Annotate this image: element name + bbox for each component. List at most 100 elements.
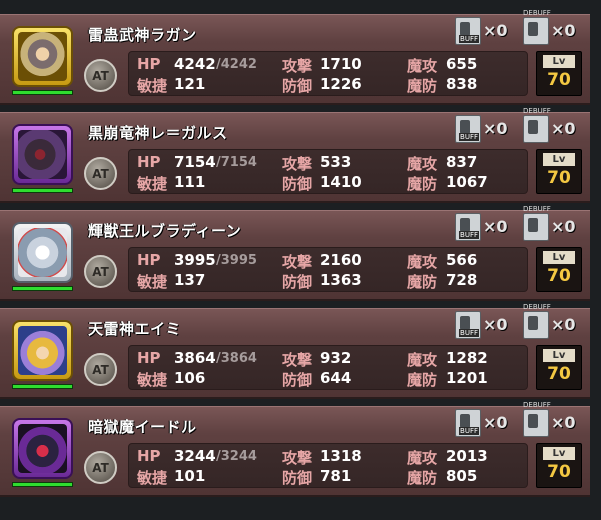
attack-value: 1710	[320, 55, 362, 73]
max-hp-value: /7154	[216, 155, 257, 170]
level-value: 70	[547, 168, 571, 188]
buff-icon: BUFF	[455, 213, 481, 241]
unit-portrait[interactable]	[12, 418, 73, 479]
unit-name: 暗獄魔イードル	[88, 418, 197, 436]
level-value: 70	[547, 462, 571, 482]
at-badge[interactable]: AT	[84, 353, 117, 386]
buff-icon: BUFF	[455, 409, 481, 437]
magic-attack-label: 魔攻	[407, 253, 438, 271]
debuff-icon: DEBUFF	[523, 107, 551, 143]
level-value: 70	[547, 364, 571, 384]
attack-value: 2160	[320, 251, 362, 269]
attack-label: 攻撃	[282, 155, 313, 173]
hp-value: 3244	[174, 447, 216, 465]
defense-value: 1226	[320, 75, 362, 93]
stats-box: HP 3864 /3864 攻撃 932 魔攻 1282 敏捷 106 防御 6…	[128, 345, 528, 390]
attack-value: 932	[320, 349, 352, 367]
at-badge[interactable]: AT	[84, 451, 117, 484]
defense-label: 防御	[282, 77, 313, 95]
level-label: Lv	[543, 447, 575, 460]
defense-label: 防御	[282, 175, 313, 193]
attack-label: 攻撃	[282, 253, 313, 271]
debuff-icon: DEBUFF	[523, 401, 551, 437]
defense-label: 防御	[282, 273, 313, 291]
buff-count: ×0	[483, 119, 508, 138]
defense-value: 781	[320, 467, 352, 485]
hp-gauge	[12, 188, 73, 193]
magic-defense-value: 1067	[446, 173, 488, 191]
unit-name: 黒崩竜神レ＝ガルス	[88, 124, 228, 142]
debuff-count: ×0	[551, 21, 576, 40]
hp-value: 4242	[174, 55, 216, 73]
debuff-icon: DEBUFF	[523, 205, 551, 241]
level-label: Lv	[543, 55, 575, 68]
magic-defense-label: 魔防	[407, 273, 438, 291]
unit-portrait[interactable]	[12, 26, 73, 87]
magic-attack-label: 魔攻	[407, 155, 438, 173]
defense-value: 1410	[320, 173, 362, 191]
level-box: Lv 70	[536, 51, 582, 96]
magic-defense-value: 838	[446, 75, 478, 93]
magic-defense-label: 魔防	[407, 371, 438, 389]
attack-value: 533	[320, 153, 352, 171]
debuff-icon: DEBUFF	[523, 9, 551, 45]
level-label: Lv	[543, 153, 575, 166]
unit-portrait[interactable]	[12, 320, 73, 381]
max-hp-value: /3864	[216, 351, 257, 366]
debuff-count: ×0	[551, 315, 576, 334]
magic-defense-label: 魔防	[407, 469, 438, 487]
debuff-icon: DEBUFF	[523, 303, 551, 339]
unit-portrait[interactable]	[12, 222, 73, 283]
magic-attack-label: 魔攻	[407, 351, 438, 369]
unit-panel[interactable]: 天雷神エイミ AT BUFF ×0 DEBUFF ×0 HP 3864 /386…	[0, 303, 590, 399]
agility-value: 137	[174, 271, 206, 289]
unit-panel[interactable]: 暗獄魔イードル AT BUFF ×0 DEBUFF ×0 HP 3244 /32…	[0, 401, 590, 497]
stats-box: HP 7154 /7154 攻撃 533 魔攻 837 敏捷 111 防御 14…	[128, 149, 528, 194]
defense-label: 防御	[282, 371, 313, 389]
magic-defense-label: 魔防	[407, 175, 438, 193]
agility-value: 111	[174, 173, 206, 191]
at-badge[interactable]: AT	[84, 255, 117, 288]
at-badge[interactable]: AT	[84, 157, 117, 190]
level-value: 70	[547, 266, 571, 286]
agility-label: 敏捷	[137, 77, 168, 95]
max-hp-value: /3995	[216, 253, 257, 268]
magic-attack-value: 1282	[446, 349, 488, 367]
level-label: Lv	[543, 349, 575, 362]
attack-label: 攻撃	[282, 57, 313, 75]
unit-panel[interactable]: 輝獣王ルブラディーン AT BUFF ×0 DEBUFF ×0 HP 3995 …	[0, 205, 590, 301]
attack-label: 攻撃	[282, 351, 313, 369]
magic-defense-label: 魔防	[407, 77, 438, 95]
max-hp-value: /3244	[216, 449, 257, 464]
buff-count: ×0	[483, 21, 508, 40]
attack-value: 1318	[320, 447, 362, 465]
hp-gauge	[12, 90, 73, 95]
hp-gauge	[12, 384, 73, 389]
buff-icon: BUFF	[455, 17, 481, 45]
level-value: 70	[547, 70, 571, 90]
hp-label: HP	[137, 251, 161, 269]
magic-defense-value: 805	[446, 467, 478, 485]
unit-panel[interactable]: 雷蛊武神ラガン AT BUFF ×0 DEBUFF ×0 HP 4242 /42…	[0, 9, 590, 105]
magic-attack-value: 837	[446, 153, 478, 171]
stats-box: HP 3995 /3995 攻撃 2160 魔攻 566 敏捷 137 防御 1…	[128, 247, 528, 292]
buff-count: ×0	[483, 217, 508, 236]
hp-gauge	[12, 482, 73, 487]
unit-portrait[interactable]	[12, 124, 73, 185]
unit-panel[interactable]: 黒崩竜神レ＝ガルス AT BUFF ×0 DEBUFF ×0 HP 7154 /…	[0, 107, 590, 203]
agility-label: 敏捷	[137, 273, 168, 291]
hp-label: HP	[137, 447, 161, 465]
at-badge[interactable]: AT	[84, 59, 117, 92]
agility-label: 敏捷	[137, 371, 168, 389]
defense-value: 644	[320, 369, 352, 387]
magic-attack-label: 魔攻	[407, 449, 438, 467]
hp-label: HP	[137, 153, 161, 171]
buff-count: ×0	[483, 413, 508, 432]
unit-name: 雷蛊武神ラガン	[88, 26, 197, 44]
agility-label: 敏捷	[137, 469, 168, 487]
level-label: Lv	[543, 251, 575, 264]
hp-label: HP	[137, 349, 161, 367]
magic-attack-value: 566	[446, 251, 478, 269]
magic-attack-label: 魔攻	[407, 57, 438, 75]
debuff-count: ×0	[551, 217, 576, 236]
